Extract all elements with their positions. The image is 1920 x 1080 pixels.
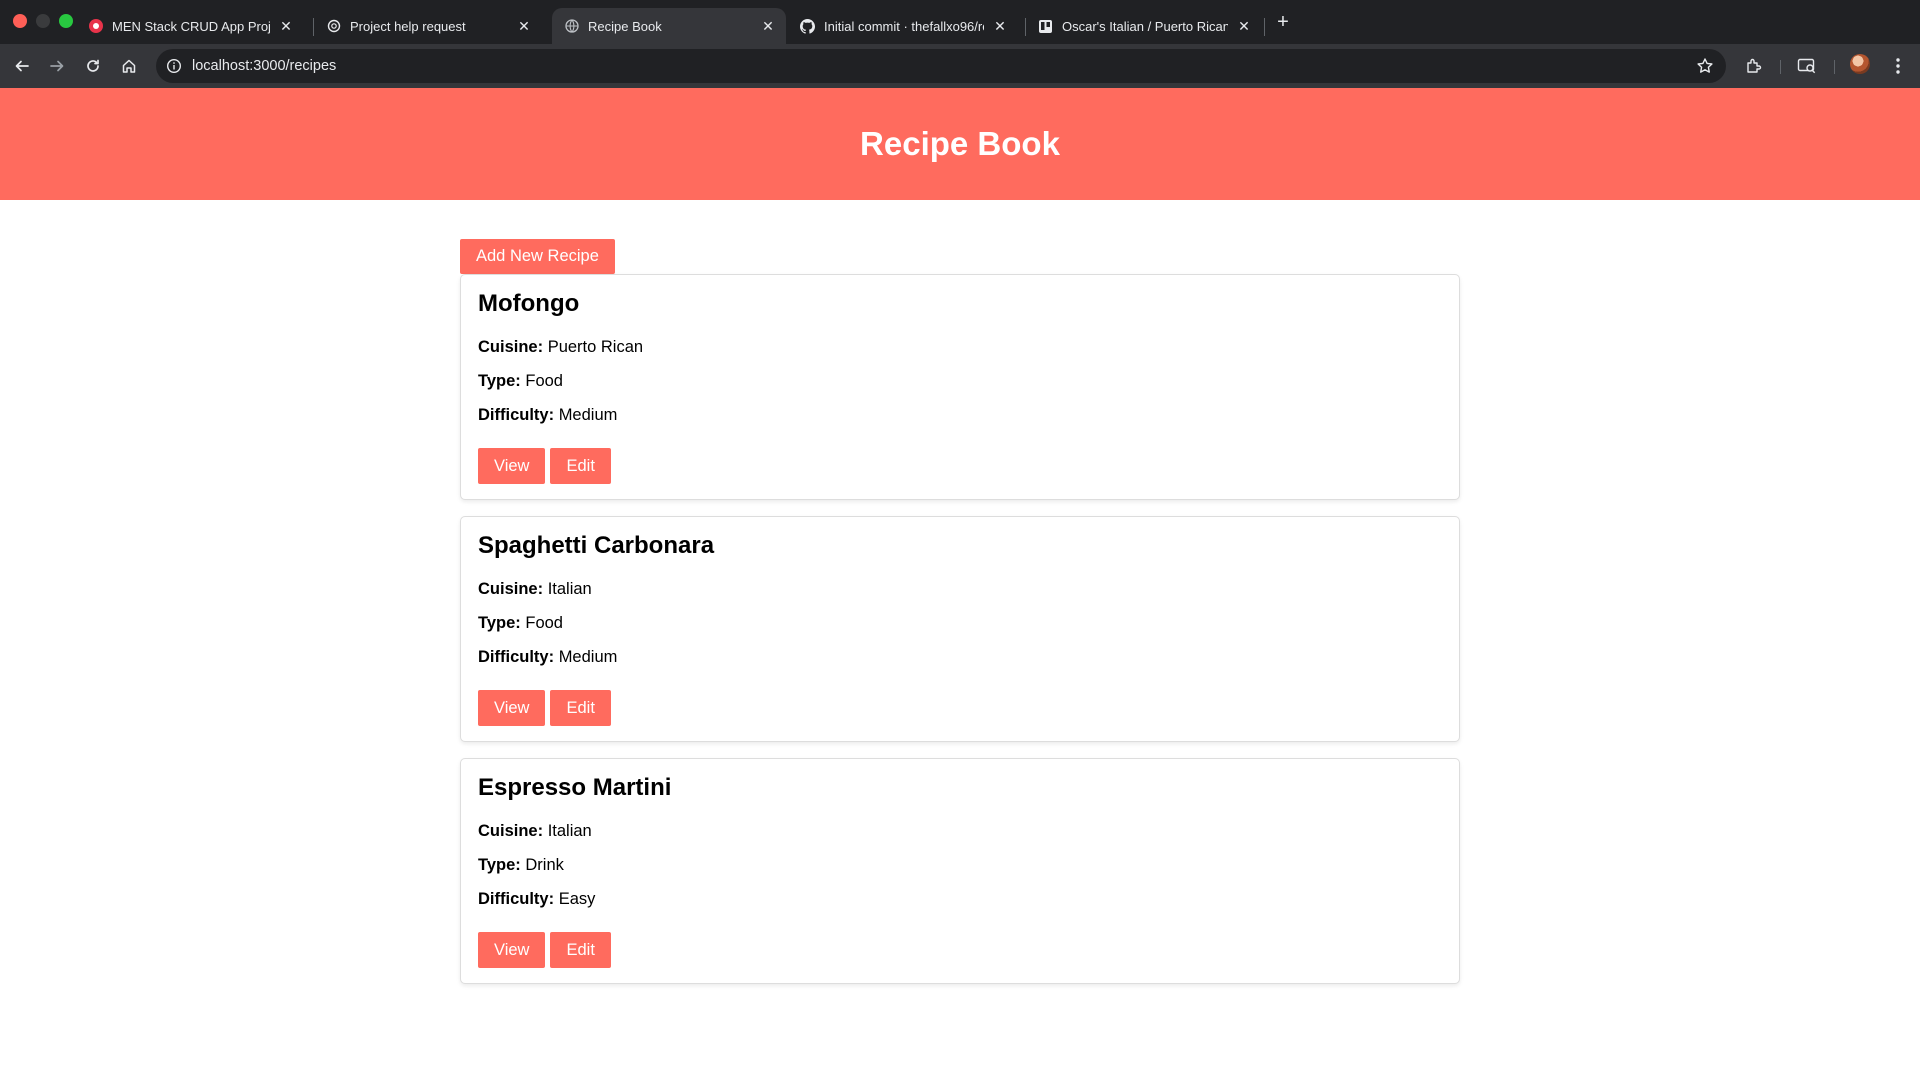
globe-icon [564,19,579,34]
tab-github-commit[interactable]: Initial commit · thefallxo96/re ✕ [788,8,1018,44]
field-value: Medium [558,406,618,424]
tab-project-help[interactable]: Project help request ✕ [314,8,542,44]
recipe-card: Mofongo Cuisine: Puerto Rican Type: Food… [460,274,1460,500]
home-icon[interactable] [116,53,142,79]
field-label: Difficulty: [478,406,555,424]
tab-title: Recipe Book [588,18,662,34]
edit-recipe-button[interactable]: Edit [550,448,611,484]
extensions-icon[interactable] [1744,56,1764,76]
recipe-name: Mofongo [478,290,580,317]
site-info-icon[interactable] [166,58,182,74]
recipe-actions: View Edit [478,690,611,726]
recipe-list: Mofongo Cuisine: Puerto Rican Type: Food… [460,274,1460,984]
add-new-recipe-button[interactable]: Add New Recipe [460,239,615,274]
field-label: Difficulty: [478,648,555,666]
toolbar-divider [1780,60,1781,74]
tab-men-stack[interactable]: MEN Stack CRUD App Project ✕ [76,8,304,44]
field-value: Puerto Rican [547,338,644,356]
field-label: Cuisine: [478,822,544,840]
view-recipe-button[interactable]: View [478,448,546,484]
openai-icon [326,19,341,34]
minimize-window-button[interactable] [36,14,50,28]
recipe-list-section: Add New Recipe Mofongo Cuisine: Puerto R… [460,239,1460,1000]
recipe-card: Spaghetti Carbonara Cuisine: Italian Typ… [460,516,1460,742]
recipe-difficulty: Difficulty: Medium [478,406,617,425]
field-value: Food [525,372,563,390]
field-value: Easy [558,890,596,908]
profile-avatar[interactable] [1850,54,1870,74]
address-bar[interactable]: localhost:3000/recipes [156,49,1726,83]
recipe-type: Type: Food [478,614,563,633]
recipe-difficulty: Difficulty: Medium [478,648,617,667]
view-recipe-button[interactable]: View [478,932,546,968]
browser-toolbar: localhost:3000/recipes [0,44,1920,88]
recipe-type: Type: Drink [478,856,564,875]
field-label: Cuisine: [478,580,544,598]
field-value: Medium [558,648,618,666]
recipe-type: Type: Food [478,372,563,391]
recipe-card: Espresso Martini Cuisine: Italian Type: … [460,758,1460,984]
trello-icon [1038,19,1053,34]
recipe-name: Espresso Martini [478,774,672,801]
new-tab-button[interactable]: + [1272,11,1294,33]
field-value: Italian [547,580,592,598]
close-tab-icon[interactable]: ✕ [760,18,776,34]
tab-trello-board[interactable]: Oscar's Italian / Puerto Rican ✕ [1026,8,1262,44]
tab-title: MEN Stack CRUD App Project [112,18,270,34]
edit-recipe-button[interactable]: Edit [550,690,611,726]
field-label: Difficulty: [478,890,555,908]
page-title: Recipe Book [860,125,1060,162]
recipe-difficulty: Difficulty: Easy [478,890,595,909]
field-value: Italian [547,822,592,840]
close-tab-icon[interactable]: ✕ [516,18,532,34]
close-tab-icon[interactable]: ✕ [992,18,1008,34]
red-circle-icon [88,19,103,34]
tab-title: Initial commit · thefallxo96/re [824,18,984,34]
recipe-actions: View Edit [478,448,611,484]
edit-recipe-button[interactable]: Edit [550,932,611,968]
field-label: Cuisine: [478,338,544,356]
back-icon[interactable] [9,53,35,79]
github-icon [800,18,815,34]
tab-divider [1264,18,1265,36]
recipe-cuisine: Cuisine: Italian [478,580,592,599]
recipe-name: Spaghetti Carbonara [478,532,715,559]
close-window-button[interactable] [13,14,27,28]
field-value: Drink [525,856,564,874]
tab-recipe-book[interactable]: Recipe Book ✕ [552,8,786,44]
reload-icon[interactable] [80,53,106,79]
field-label: Type: [478,856,521,874]
page-header: Recipe Book [0,88,1920,200]
more-menu-icon[interactable] [1888,56,1908,76]
bookmark-star-icon[interactable] [1696,57,1714,75]
toolbar-divider [1834,60,1835,74]
forward-icon[interactable] [44,53,70,79]
close-tab-icon[interactable]: ✕ [1236,18,1252,34]
tab-title: Project help request [350,18,466,34]
field-value: Food [525,614,563,632]
recipe-actions: View Edit [478,932,611,968]
tab-search-icon[interactable] [1797,56,1817,76]
recipe-cuisine: Cuisine: Puerto Rican [478,338,643,357]
close-tab-icon[interactable]: ✕ [278,18,294,34]
view-recipe-button[interactable]: View [478,690,546,726]
recipe-cuisine: Cuisine: Italian [478,822,592,841]
tab-strip: MEN Stack CRUD App Project ✕ Project hel… [0,0,1920,44]
url-text[interactable]: localhost:3000/recipes [192,58,336,74]
field-label: Type: [478,372,521,390]
maximize-window-button[interactable] [59,14,73,28]
tab-title: Oscar's Italian / Puerto Rican [1062,18,1228,34]
field-label: Type: [478,614,521,632]
